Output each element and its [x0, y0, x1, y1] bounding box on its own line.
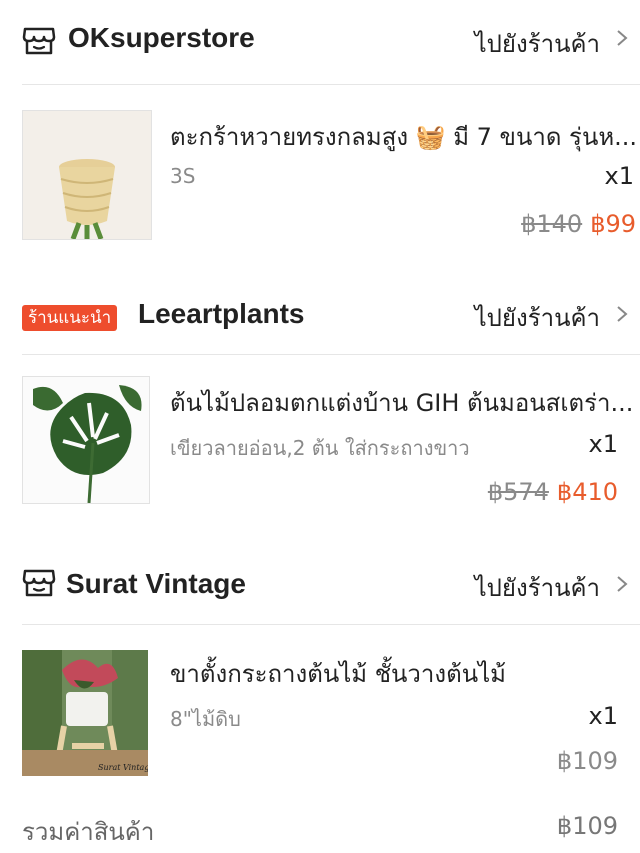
original-price: ฿140: [521, 210, 583, 238]
price-group: ฿574 ฿410: [488, 478, 618, 506]
product-title[interactable]: ต้นไม้ปลอมตกแต่งบ้าน GIH ต้นมอนสเตร่า...: [170, 383, 636, 422]
subtotal-value: ฿109: [556, 812, 618, 840]
shop-name[interactable]: Surat Vintage: [66, 568, 246, 600]
shop-header-oksuperstore: OKsuperstore ไปยังร้านค้า: [0, 0, 640, 84]
price-group: ฿140 ฿99: [521, 210, 636, 238]
product-quantity: x1: [588, 430, 618, 458]
product-quantity: x1: [604, 162, 634, 190]
price-group: ฿109: [557, 747, 618, 775]
shop-icon: [22, 569, 56, 597]
product-image-monstera[interactable]: [22, 376, 150, 504]
go-to-shop-link[interactable]: ไปยังร้านค้า: [475, 298, 600, 337]
shop-header-surat-vintage: Surat Vintage ไปยังร้านค้า: [0, 542, 640, 626]
product-variant: เขียวลายอ่อน,2 ต้น ใส่กระถางขาว: [170, 436, 470, 460]
sale-price: ฿410: [556, 478, 618, 506]
product-title[interactable]: ขาตั้งกระถางต้นไม้ ชั้นวางต้นไม้: [170, 654, 636, 693]
product-image-plant-stand[interactable]: Surat Vintage: [22, 650, 148, 776]
original-price: ฿574: [487, 478, 549, 506]
divider: [22, 84, 640, 85]
chevron-right-icon[interactable]: [612, 304, 632, 324]
sale-price: ฿99: [590, 210, 636, 238]
shop-name[interactable]: OKsuperstore: [68, 22, 255, 54]
go-to-shop-link[interactable]: ไปยังร้านค้า: [475, 568, 600, 607]
product-title[interactable]: ตะกร้าหวายทรงกลมสูง 🧺 มี 7 ขนาด รุ่นห...: [170, 117, 636, 156]
shop-icon: [22, 27, 56, 55]
product-price: ฿109: [556, 747, 618, 775]
image-watermark: Surat Vintage: [98, 763, 148, 772]
chevron-right-icon[interactable]: [612, 574, 632, 594]
divider: [22, 624, 640, 625]
subtotal-label: รวมค่าสินค้า: [22, 818, 155, 846]
product-quantity: x1: [588, 702, 618, 730]
chevron-right-icon[interactable]: [612, 28, 632, 48]
recommended-shop-badge: ร้านแนะนำ: [22, 305, 118, 331]
go-to-shop-link[interactable]: ไปยังร้านค้า: [475, 24, 600, 63]
shop-name[interactable]: Leeartplants: [138, 298, 305, 330]
product-image-rattan-basket[interactable]: [22, 110, 152, 240]
product-variant: 8"ไม้ดิบ: [170, 707, 241, 731]
product-variant: 3S: [170, 164, 196, 188]
divider: [22, 354, 640, 355]
